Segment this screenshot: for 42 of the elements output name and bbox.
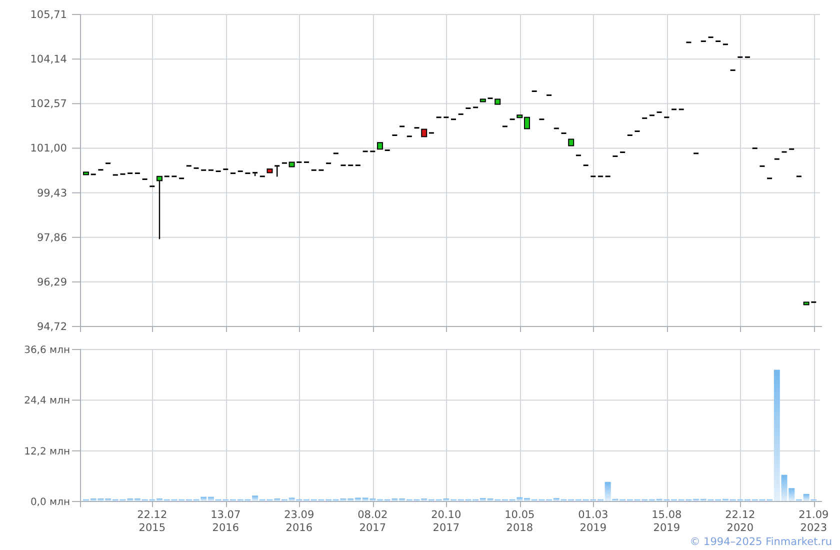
axis-label: 99,43 (36, 187, 67, 200)
axis-label: 36,6 млн (24, 345, 70, 356)
candlestick (752, 148, 758, 150)
axis-label: 23.09 2016 (284, 509, 314, 534)
axis-label: 22.12 2015 (137, 509, 168, 534)
candlestick (767, 178, 772, 180)
axis-label: 21.09 2023 (798, 509, 829, 534)
axis-label: 94,72 (36, 321, 67, 333)
axis-label: 10.05 2018 (504, 509, 535, 534)
axis-label: 13.07 2016 (210, 509, 241, 534)
candlestick (686, 42, 692, 44)
axis-label: 97,86 (36, 232, 67, 244)
axis-label: 105,71 (30, 9, 67, 21)
candlestick (760, 165, 765, 167)
axis-label: 102,57 (30, 98, 67, 110)
candlestick (796, 176, 802, 178)
axis-label: 96,29 (36, 276, 67, 288)
candlestick (730, 69, 736, 71)
candlestick (546, 94, 552, 96)
candlestick (532, 90, 537, 92)
axis-label: 08.02 2017 (358, 509, 388, 534)
candlestick (252, 172, 258, 176)
candlestick (392, 134, 398, 136)
candlestick (156, 176, 162, 240)
axis-label: 22.12 2020 (725, 509, 756, 534)
copyright-link[interactable]: © 1994–2025 Finmarket.ru (690, 536, 832, 550)
axis-label: 24,4 млн (24, 396, 70, 407)
candlestick (583, 164, 588, 166)
candlestick (576, 154, 581, 156)
axis-label: 15.08 2019 (652, 509, 682, 534)
candlestick (400, 126, 405, 128)
axis-label: 12,2 млн (24, 446, 70, 458)
axis-label: 104,14 (30, 54, 67, 66)
axis-label: 01.03 2019 (578, 509, 608, 534)
axis-label: 101,00 (30, 142, 67, 155)
candlestick (406, 136, 412, 138)
axis-label: 0,0 млн (30, 497, 70, 508)
candlestick (539, 118, 544, 120)
candlestick (274, 165, 280, 177)
candlestick (694, 152, 699, 154)
axis-label: 20.10 2017 (431, 509, 462, 534)
candlestick (333, 152, 338, 154)
